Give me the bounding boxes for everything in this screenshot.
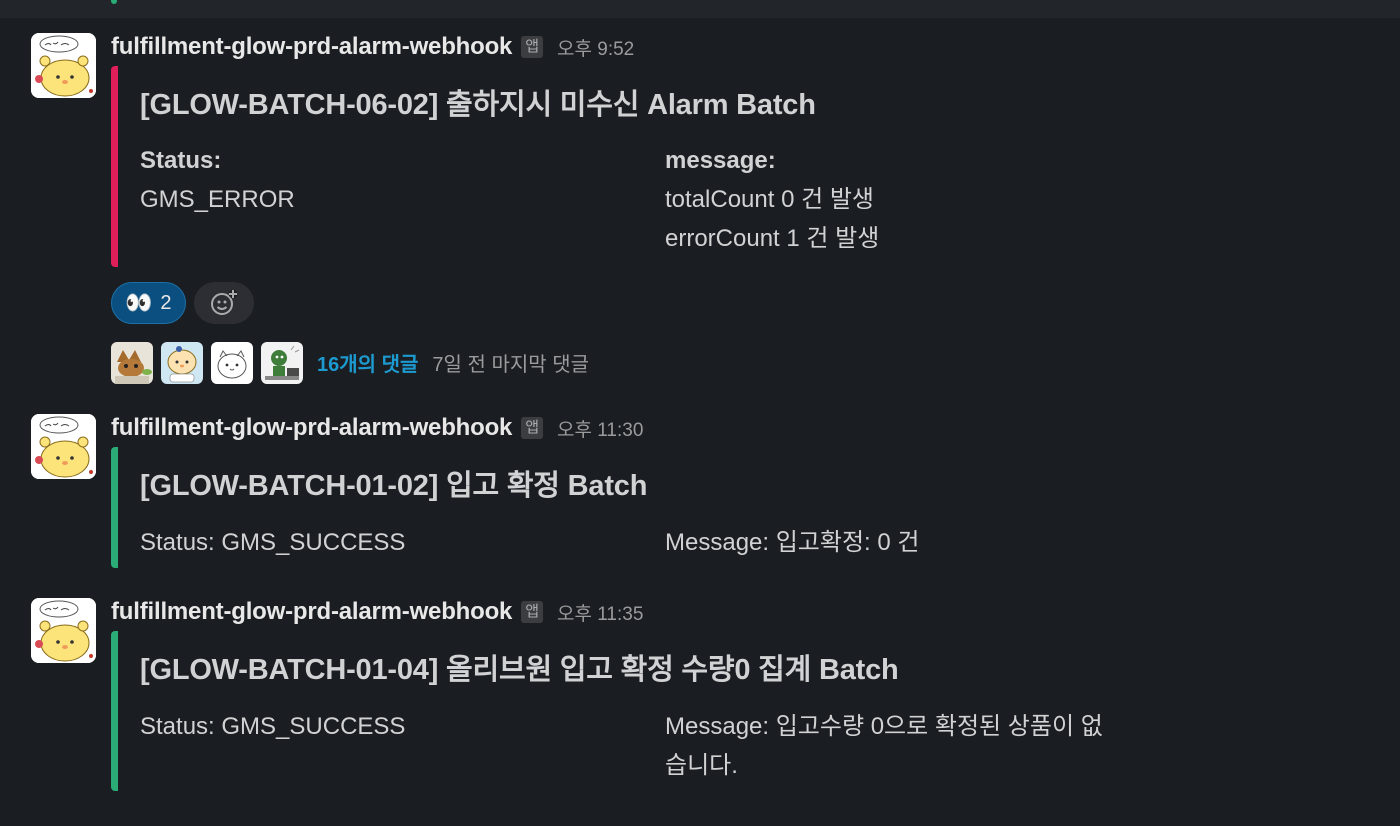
field-value: Message: 입고수량 0으로 확정된 상품이 없 [665, 713, 1103, 740]
app-badge: 앱 [521, 417, 544, 439]
field-value: errorCount 1 건 발생 [665, 225, 880, 252]
bot-avatar[interactable] [31, 598, 96, 663]
previous-message-tail [0, 0, 1400, 18]
message-header: fulfillment-glow-prd-alarm-webhook 앱 오후 … [111, 413, 643, 443]
attachment: [GLOW-BATCH-06-02] 출하지시 미수신 Alarm Batch … [111, 66, 1218, 267]
attachment-accent-bar [111, 0, 117, 4]
field-message: message: totalCount 0 건 발생 errorCount 1 … [665, 141, 879, 258]
attachment-title: [GLOW-BATCH-01-02] 입고 확정 Batch [140, 470, 648, 502]
thread-summary[interactable]: 16개의 댓글 7일 전 마지막 댓글 [111, 341, 589, 384]
timestamp[interactable]: 오후 11:30 [557, 415, 643, 442]
reaction-eyes[interactable]: 👀 2 [111, 282, 186, 324]
eyes-icon: 👀 [125, 290, 153, 315]
app-badge: 앱 [521, 36, 544, 58]
thread-last-reply: 7일 전 마지막 댓글 [432, 354, 589, 376]
replier-avatar[interactable] [211, 341, 253, 384]
bot-avatar[interactable] [31, 414, 96, 479]
field-value: 습니다. [665, 752, 738, 779]
attachment-title: [GLOW-BATCH-06-02] 출하지시 미수신 Alarm Batch [140, 89, 816, 121]
attachment: [GLOW-BATCH-01-04] 올리브원 입고 확정 수량0 집계 Bat… [111, 631, 1218, 791]
timestamp[interactable]: 오후 11:35 [557, 599, 643, 626]
message-header: fulfillment-glow-prd-alarm-webhook 앱 오후 … [111, 32, 634, 62]
thread-reply-count[interactable]: 16개의 댓글 [317, 348, 418, 377]
reaction-count: 2 [160, 291, 172, 314]
field-label: message: [665, 147, 776, 174]
replier-avatar[interactable] [261, 341, 303, 384]
field-value: totalCount 0 건 발생 [665, 186, 874, 213]
add-reaction-button[interactable] [193, 282, 254, 324]
app-badge: 앱 [521, 601, 544, 623]
replier-avatar[interactable] [111, 341, 153, 384]
bot-avatar[interactable] [31, 33, 96, 98]
sender-name[interactable]: fulfillment-glow-prd-alarm-webhook [111, 414, 512, 442]
timestamp[interactable]: 오후 9:52 [557, 34, 634, 61]
field-status: Status: GMS_ERROR [140, 141, 295, 219]
field-message: Message: 입고수량 0으로 확정된 상품이 없 습니다. [665, 707, 1103, 785]
field-value: GMS_ERROR [140, 186, 295, 213]
message-header: fulfillment-glow-prd-alarm-webhook 앱 오후 … [111, 597, 643, 627]
sender-name[interactable]: fulfillment-glow-prd-alarm-webhook [111, 598, 512, 626]
replier-avatar[interactable] [161, 341, 203, 384]
field-status: Status: GMS_SUCCESS [140, 529, 406, 556]
add-emoji-icon [210, 290, 237, 315]
attachment: [GLOW-BATCH-01-02] 입고 확정 Batch Status: G… [111, 447, 1218, 568]
reactions-bar: 👀 2 [111, 282, 254, 324]
field-status: Status: GMS_SUCCESS [140, 713, 406, 740]
sender-name[interactable]: fulfillment-glow-prd-alarm-webhook [111, 33, 512, 61]
field-label: Status: [140, 147, 222, 174]
field-message: Message: 입고확정: 0 건 [665, 529, 920, 556]
attachment-title: [GLOW-BATCH-01-04] 올리브원 입고 확정 수량0 집계 Bat… [140, 654, 899, 686]
